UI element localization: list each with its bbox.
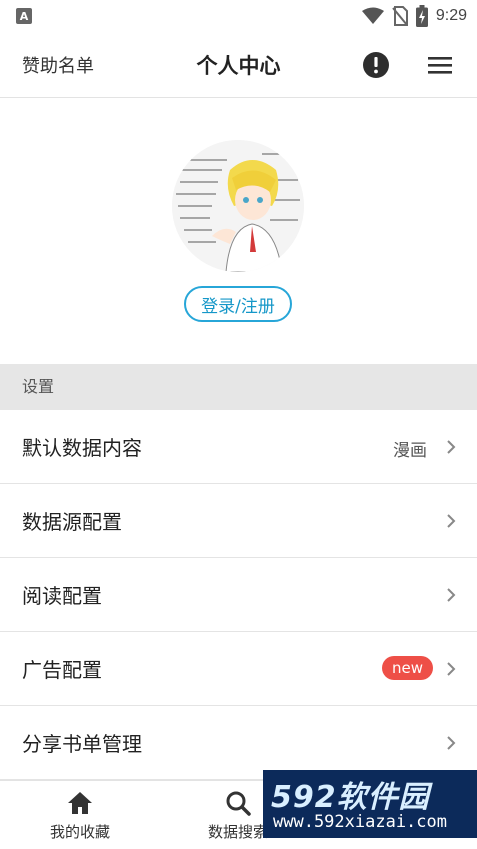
- new-badge: new: [381, 656, 433, 680]
- app-header: 赞助名单 个人中心: [0, 32, 477, 98]
- chevron-right-icon: [447, 736, 456, 750]
- settings-item-reading[interactable]: 阅读配置: [0, 558, 477, 632]
- settings-item-share-booklist[interactable]: 分享书单管理: [0, 706, 477, 780]
- settings-item-label: 数据源配置: [22, 510, 122, 534]
- settings-section-header: 设置: [0, 364, 477, 410]
- settings-item-value: 漫画: [393, 441, 427, 461]
- nav-item-favorites[interactable]: 我的收藏: [20, 789, 140, 842]
- status-bar: A 9:29: [0, 0, 477, 32]
- avatar-illustration: [172, 140, 304, 272]
- settings-item-label: 默认数据内容: [22, 436, 142, 460]
- settings-item-label: 广告配置: [22, 658, 102, 682]
- chevron-right-icon: [447, 514, 456, 528]
- settings-item-default-content[interactable]: 默认数据内容 漫画: [0, 410, 477, 484]
- nav-label: 我的收藏: [49, 823, 110, 841]
- chevron-right-icon: [447, 662, 456, 676]
- watermark-logo: 592软件园 www.592xiazai.com: [263, 770, 477, 838]
- settings-list: 默认数据内容 漫画 数据源配置 阅读配置 广告配置 new 分享书单管理: [0, 410, 477, 780]
- page-title: 个人中心: [196, 54, 281, 78]
- notification-icon: A: [16, 8, 32, 24]
- login-register-button[interactable]: 登录/注册: [184, 286, 292, 322]
- chevron-right-icon: [447, 440, 456, 454]
- search-icon: [226, 791, 251, 816]
- profile-section: 登录/注册: [0, 98, 477, 363]
- chevron-right-icon: [447, 588, 456, 602]
- avatar[interactable]: [172, 140, 304, 272]
- wifi-icon: [361, 7, 384, 24]
- settings-item-label: 阅读配置: [22, 584, 102, 608]
- watermark-title: 592软件园: [271, 780, 430, 815]
- menu-icon[interactable]: [426, 52, 454, 78]
- clock: 9:29: [435, 7, 467, 24]
- settings-item-ads[interactable]: 广告配置 new: [0, 632, 477, 706]
- home-icon: [68, 792, 92, 814]
- info-icon[interactable]: [362, 51, 390, 79]
- settings-item-data-source[interactable]: 数据源配置: [0, 484, 477, 558]
- no-sim-icon: [392, 6, 408, 26]
- status-icons: 9:29: [361, 4, 467, 28]
- settings-item-label: 分享书单管理: [22, 732, 142, 756]
- watermark-url: www.592xiazai.com: [273, 812, 447, 832]
- battery-charging-icon: [415, 5, 428, 27]
